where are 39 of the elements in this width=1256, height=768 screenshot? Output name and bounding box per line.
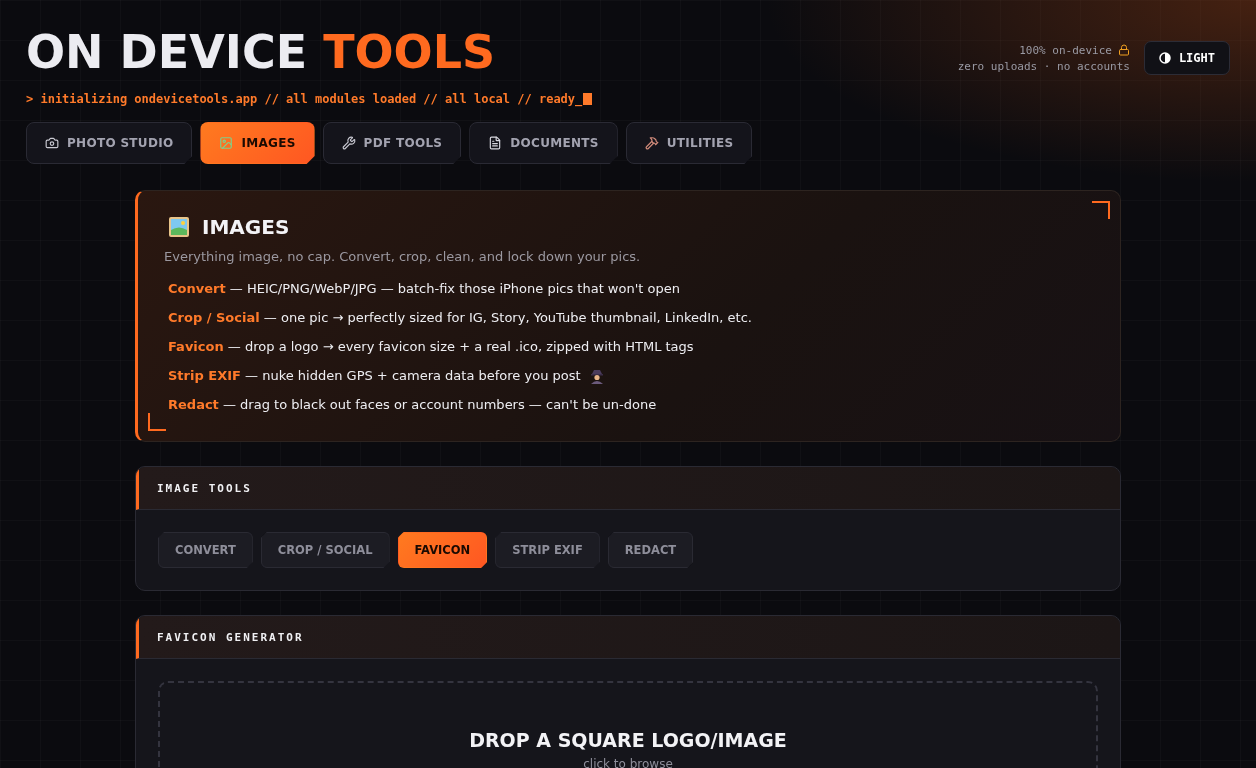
category-tab[interactable]: UTILITIES [625, 122, 753, 164]
image-icon [219, 136, 234, 150]
drop-zone[interactable]: DROP A SQUARE LOGO/IMAGE click to browse [158, 681, 1098, 768]
contrast-icon [1158, 52, 1171, 64]
tool-tab[interactable]: CROP / SOCIAL [260, 532, 390, 568]
picture-icon [168, 216, 190, 238]
corner-mark [1092, 201, 1110, 219]
tool-tab[interactable]: CONVERT [158, 532, 253, 568]
cursor-block [583, 93, 593, 105]
camera-icon [45, 136, 59, 150]
section-title: IMAGES [202, 215, 290, 239]
category-tab[interactable]: IMAGES [200, 122, 315, 164]
app-title: ON DEVICE TOOLS [26, 26, 497, 78]
tool-tab[interactable]: FAVICON [397, 532, 488, 568]
feature-description: Crop / Social — one pic → perfectly sized for IG, Story, YouTube thumbnail, LinkedIn, etc. [168, 309, 752, 327]
panel-title: IMAGE TOOLS [157, 481, 252, 495]
theme-toggle-button[interactable]: LIGHT [1143, 41, 1230, 75]
section-subtitle: Everything image, no cap. Convert, crop, clean, and lock down your pics. [164, 249, 642, 264]
panel-title: FAVICON GENERATOR [157, 630, 304, 644]
status-text: 100% on-device [1019, 43, 1112, 57]
wrench-icon [341, 136, 356, 150]
category-tab[interactable]: PHOTO STUDIO [26, 122, 193, 164]
feature-description: Favicon — drop a logo → every favicon size + a real .ico, zipped with HTML tags [168, 338, 694, 356]
tool-tab[interactable]: REDACT [607, 532, 694, 568]
category-tab[interactable]: PDF TOOLS [322, 122, 462, 164]
hammer-icon [644, 136, 659, 150]
corner-mark [148, 413, 166, 431]
drop-hint: click to browse [583, 757, 673, 768]
detective-icon [588, 367, 605, 384]
tool-tab[interactable]: STRIP EXIF [495, 532, 600, 568]
boot-message: > initializing ondevicetools.app // all modules loaded // all local // ready_ [26, 92, 583, 106]
feature-description: Strip EXIF — nuke hidden GPS + camera data before you post [168, 367, 581, 385]
feature-description: Convert — HEIC/PNG/WebP/JPG — batch-fix those iPhone pics that won't open [168, 280, 680, 298]
category-tab[interactable]: DOCUMENTS [469, 122, 618, 164]
status-text: zero uploads · no accounts [957, 59, 1130, 73]
document-icon [488, 136, 503, 150]
drop-title: DROP A SQUARE LOGO/IMAGE [469, 729, 787, 751]
feature-description: Redact — drag to black out faces or account numbers — can't be un-done [168, 396, 657, 414]
lock-icon [1117, 44, 1130, 56]
